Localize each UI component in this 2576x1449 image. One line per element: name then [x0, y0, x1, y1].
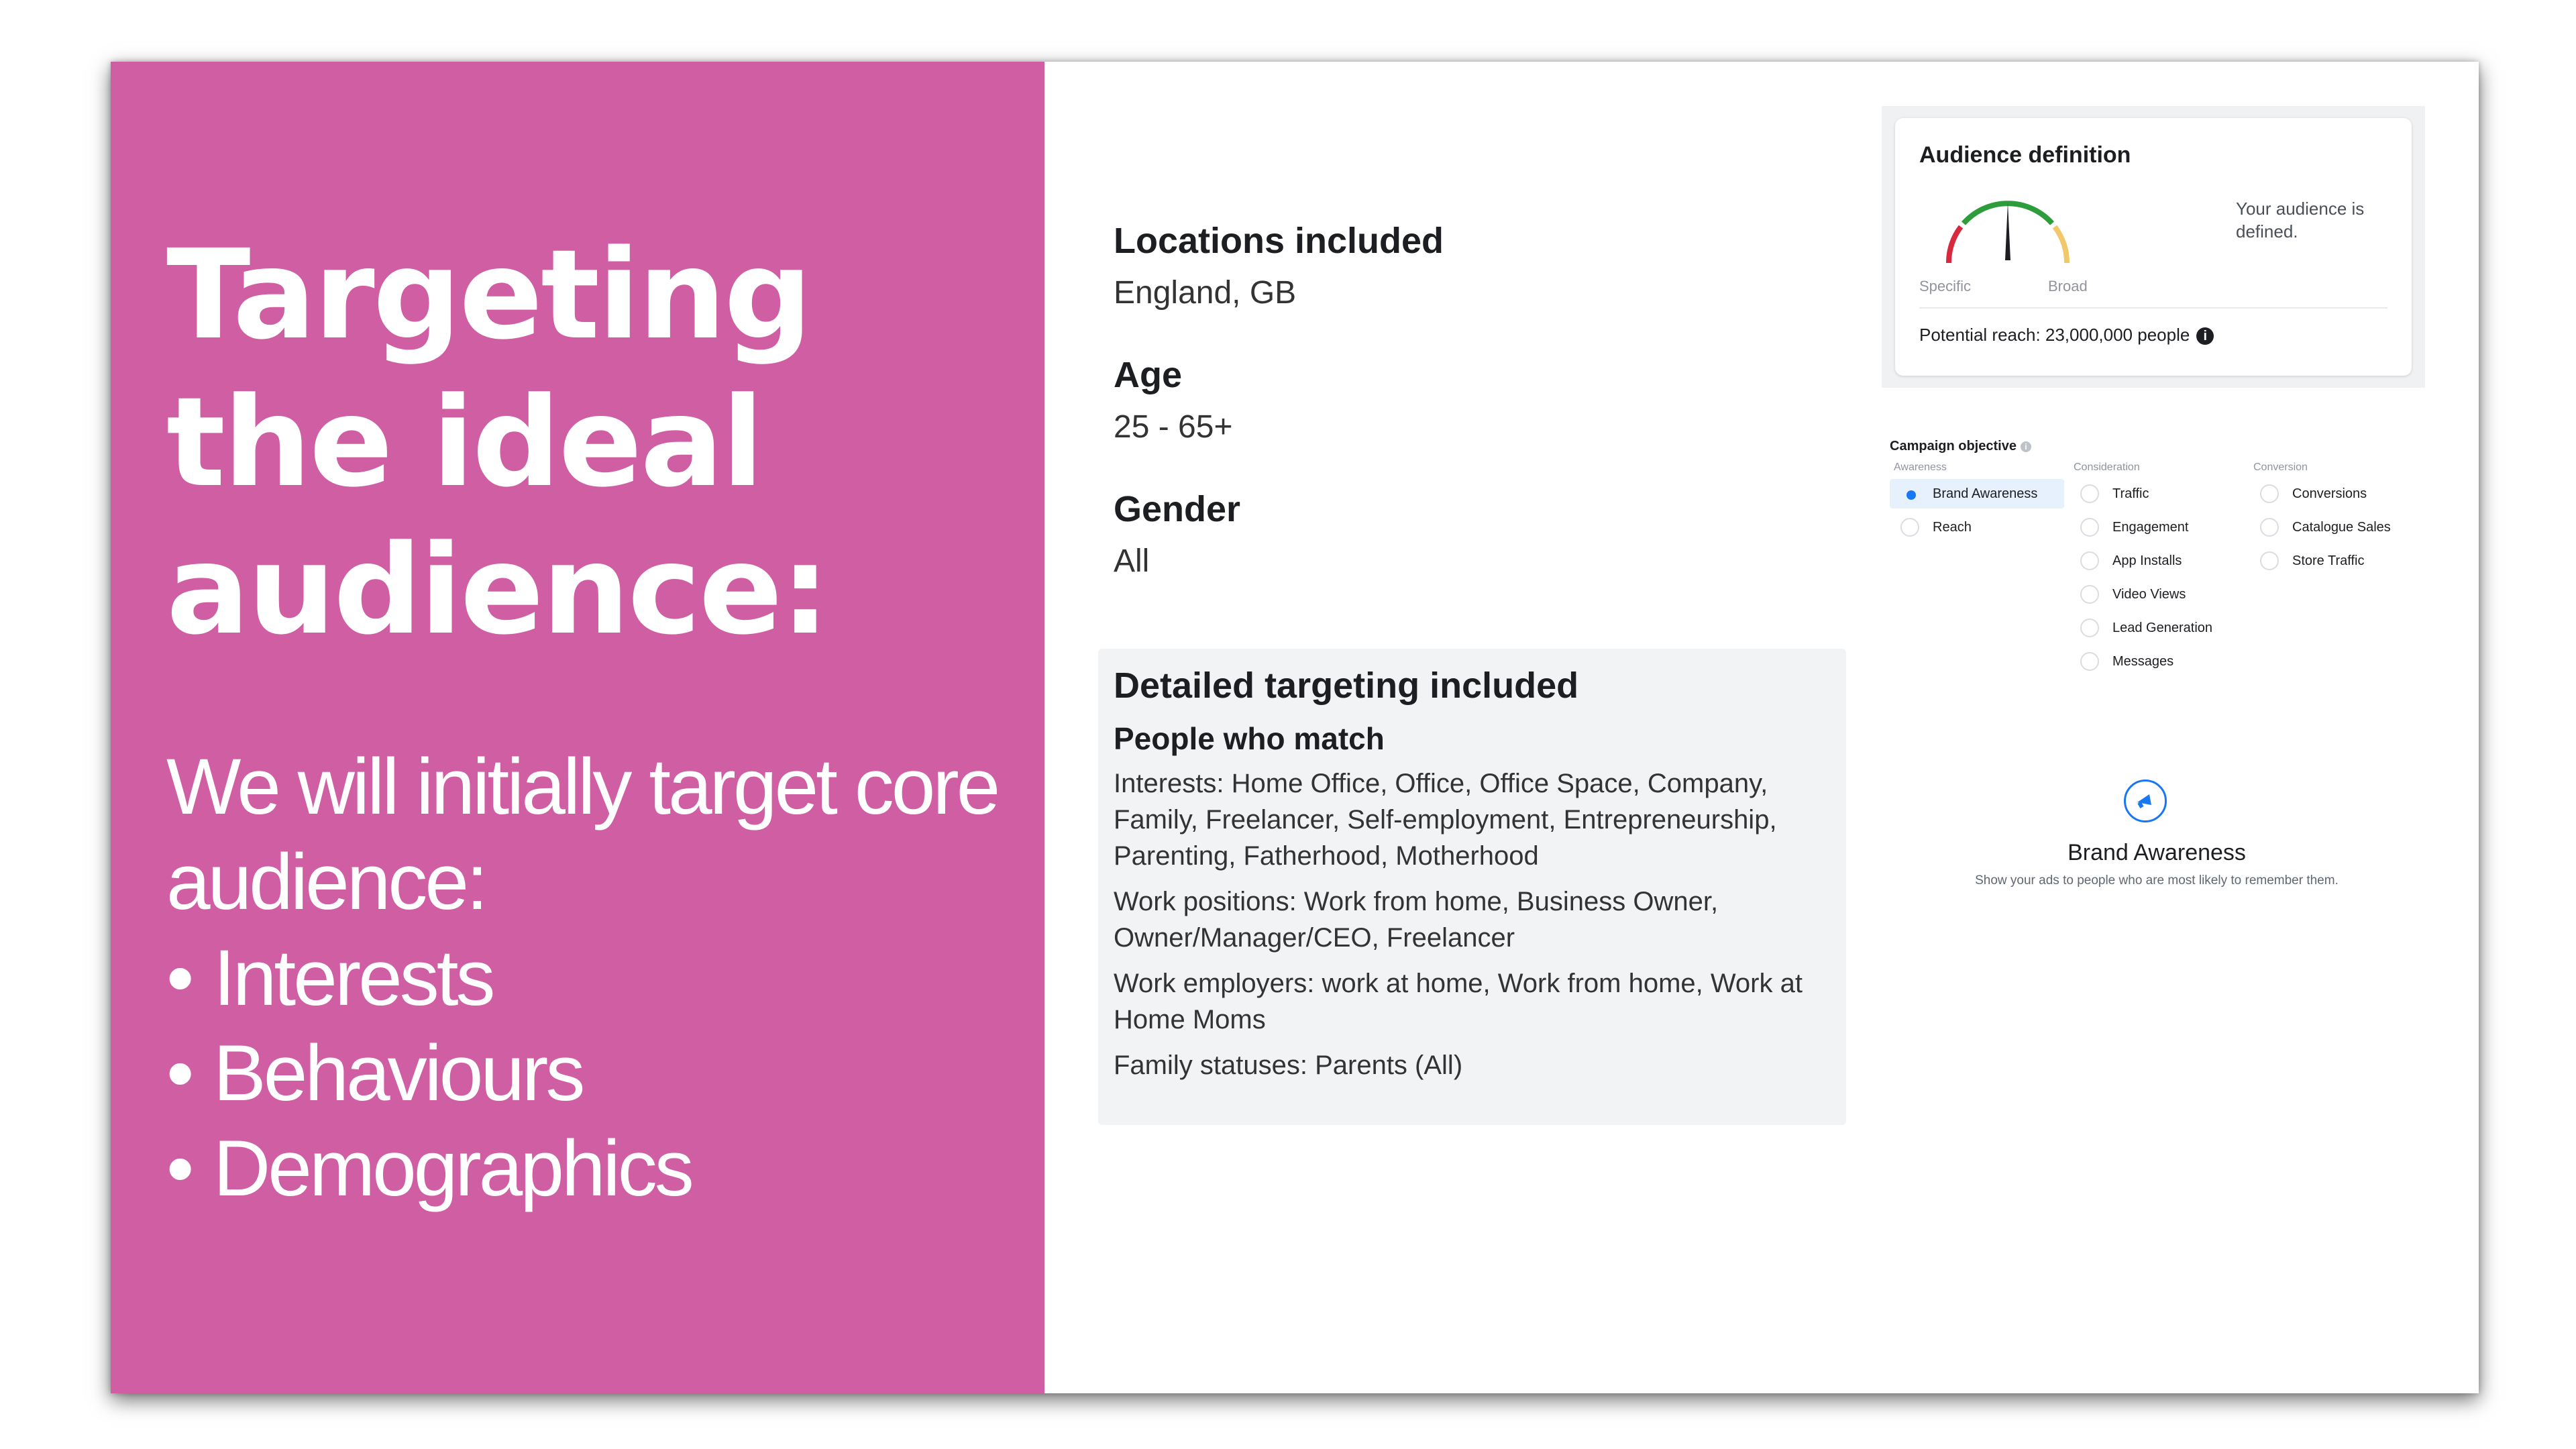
bullet-item: Interests	[166, 930, 692, 1026]
radio-icon[interactable]	[2260, 551, 2279, 570]
radio-icon[interactable]	[1900, 518, 1919, 537]
column-heading: Conversion	[2253, 462, 2308, 473]
objective-brand-awareness[interactable]: Brand Awareness	[1890, 479, 2064, 508]
potential-reach: Potential reach: 23,000,000 people i	[1919, 325, 2214, 345]
divider	[1919, 307, 2387, 309]
audience-gauge-icon	[1945, 201, 2070, 264]
column-heading: Awareness	[1894, 462, 1947, 473]
title-line: audience:	[166, 519, 830, 662]
option-label: Store Traffic	[2292, 553, 2365, 568]
audience-definition-title: Audience definition	[1919, 142, 2131, 168]
column-heading: Consideration	[2074, 462, 2140, 473]
gauge-needle	[2005, 203, 2010, 260]
campaign-objective-panel: Campaign objective i Awareness Brand Awar…	[1882, 439, 2432, 908]
objective-column-consideration: Consideration Traffic Engagement App Ins…	[2070, 462, 2244, 680]
gauge-specific-segment	[1945, 225, 1964, 264]
objective-lead-generation[interactable]: Lead Generation	[2070, 613, 2244, 643]
option-label: Video Views	[2112, 586, 2186, 602]
bullet-item: Behaviours	[166, 1026, 692, 1121]
intro-text: We will initially target core audience:	[166, 743, 1000, 926]
campaign-objective-title: Campaign objective i	[1890, 439, 2031, 454]
option-label: Reach	[1933, 519, 1972, 535]
info-icon[interactable]: i	[2020, 441, 2031, 452]
targeting-interests: Interests: Home Office, Office, Office S…	[1114, 769, 1777, 871]
option-label: Lead Generation	[2112, 620, 2213, 635]
gauge-specific-label: Specific	[1919, 278, 1972, 294]
radio-icon[interactable]	[2080, 619, 2099, 637]
option-label: Conversions	[2292, 486, 2367, 501]
radio-icon[interactable]	[2080, 585, 2099, 604]
campaign-objective-label: Campaign objective	[1890, 439, 2017, 453]
objective-reach[interactable]: Reach	[1890, 513, 2064, 542]
targeting-summary: Locations included England, GB Age 25 - …	[1114, 219, 1851, 622]
objective-conversions[interactable]: Conversions	[2249, 479, 2424, 508]
targeting-work-positions: Work positions: Work from home, Business…	[1114, 887, 1719, 953]
radio-icon[interactable]	[2080, 652, 2099, 671]
bullet-item: Demographics	[166, 1121, 694, 1216]
selected-objective-title: Brand Awareness	[2068, 840, 2246, 865]
detailed-targeting-title: Detailed targeting included	[1114, 665, 1579, 706]
detailed-targeting-box: Detailed targeting included People who m…	[1098, 649, 1846, 1125]
age-field: Age 25 - 65+	[1114, 354, 1851, 449]
slide-title: Targeting the ideal audience:	[166, 221, 1012, 664]
radio-selected-icon[interactable]	[1900, 484, 1919, 503]
locations-field: Locations included England, GB	[1114, 219, 1851, 315]
slide: Targeting the ideal audience: We will in…	[111, 62, 2479, 1393]
bullet-list: Interests Behaviours Demographics	[166, 930, 694, 1216]
objective-column-awareness: Awareness Brand Awareness Reach	[1890, 462, 2064, 546]
radio-icon[interactable]	[2080, 518, 2099, 537]
option-label: Brand Awareness	[1933, 486, 2038, 501]
objective-video-views[interactable]: Video Views	[2070, 580, 2244, 609]
radio-icon[interactable]	[2260, 484, 2279, 503]
title-panel: Targeting the ideal audience: We will in…	[111, 62, 1044, 1393]
megaphone-glyph	[2137, 794, 2151, 808]
objective-app-installs[interactable]: App Installs	[2070, 546, 2244, 576]
radio-icon[interactable]	[2080, 484, 2099, 503]
info-icon[interactable]: i	[2196, 327, 2214, 345]
gauge-broad-segment	[2052, 225, 2070, 264]
gender-field: Gender All	[1114, 488, 1851, 583]
objective-column-conversion: Conversion Conversions Catalogue Sales S…	[2249, 462, 2424, 580]
people-who-match-label: People who match	[1114, 721, 1385, 756]
radio-icon[interactable]	[2260, 518, 2279, 537]
gender-value: All	[1114, 543, 1150, 579]
audience-definition-panel: Audience definition Specific Broad Your …	[1882, 106, 2425, 388]
radio-icon[interactable]	[2080, 551, 2099, 570]
option-label: Messages	[2112, 653, 2174, 669]
audience-definition-card: Audience definition Specific Broad Your …	[1895, 118, 2412, 376]
gender-label: Gender	[1114, 489, 1241, 529]
objective-engagement[interactable]: Engagement	[2070, 513, 2244, 542]
targeting-work-employers: Work employers: work at home, Work from …	[1114, 969, 1803, 1034]
selected-objective-description: Show your ads to people who are most lik…	[1975, 873, 2339, 888]
megaphone-icon	[2124, 780, 2167, 822]
objective-traffic[interactable]: Traffic	[2070, 479, 2244, 508]
option-label: Traffic	[2112, 486, 2149, 501]
audience-status-text: Your audience is defined.	[2236, 199, 2365, 241]
option-label: Engagement	[2112, 519, 2189, 535]
objective-messages[interactable]: Messages	[2070, 647, 2244, 676]
title-line: the ideal	[166, 371, 764, 515]
title-line: Targeting	[166, 223, 812, 367]
objective-store-traffic[interactable]: Store Traffic	[2249, 546, 2424, 576]
gauge-broad-label: Broad	[2048, 278, 2088, 294]
targeting-family-statuses: Family statuses: Parents (All)	[1114, 1051, 1463, 1080]
option-label: App Installs	[2112, 553, 2182, 568]
locations-value: England, GB	[1114, 275, 1297, 311]
locations-label: Locations included	[1114, 221, 1444, 261]
potential-reach-text: Potential reach: 23,000,000 people	[1919, 325, 2190, 345]
option-label: Catalogue Sales	[2292, 519, 2391, 535]
age-label: Age	[1114, 355, 1183, 395]
objective-catalogue-sales[interactable]: Catalogue Sales	[2249, 513, 2424, 542]
age-value: 25 - 65+	[1114, 409, 1233, 445]
